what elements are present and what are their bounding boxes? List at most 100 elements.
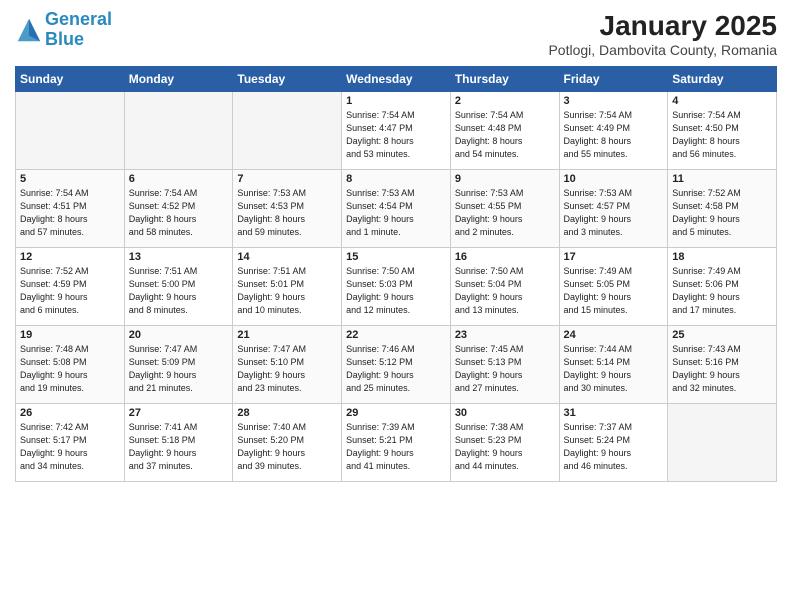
- calendar-cell: 17Sunrise: 7:49 AM Sunset: 5:05 PM Dayli…: [559, 248, 668, 326]
- day-number: 4: [672, 95, 772, 107]
- day-info: Sunrise: 7:40 AM Sunset: 5:20 PM Dayligh…: [237, 421, 337, 473]
- day-number: 7: [237, 173, 337, 185]
- logo: General Blue: [15, 10, 112, 50]
- calendar-cell: 26Sunrise: 7:42 AM Sunset: 5:17 PM Dayli…: [16, 404, 125, 482]
- day-info: Sunrise: 7:50 AM Sunset: 5:04 PM Dayligh…: [455, 265, 555, 317]
- title-block: January 2025 Potlogi, Dambovita County, …: [548, 10, 777, 58]
- calendar-cell: 28 Sunrise: 7:40 AM Sunset: 5:20 PM Dayli…: [233, 404, 342, 482]
- calendar-cell: 3 Sunrise: 7:54 AM Sunset: 4:49 PM Daylig…: [559, 92, 668, 170]
- calendar-table: SundayMondayTuesdayWednesdayThursdayFrid…: [15, 66, 777, 482]
- subtitle: Potlogi, Dambovita County, Romania: [548, 42, 777, 58]
- day-number: 11: [672, 173, 772, 185]
- day-info: Sunrise: 7:37 AM Sunset: 5:24 PM Dayligh…: [564, 421, 664, 473]
- header: General Blue January 2025 Potlogi, Dambo…: [15, 10, 777, 58]
- day-number: 31: [564, 407, 664, 419]
- day-info: Sunrise: 7:49 AM Sunset: 5:06 PM Dayligh…: [672, 265, 772, 317]
- calendar-cell: 4 Sunrise: 7:54 AM Sunset: 4:50 PM Daylig…: [668, 92, 777, 170]
- calendar-cell: 19 Sunrise: 7:48 AM Sunset: 5:08 PM Dayli…: [16, 326, 125, 404]
- calendar-cell: 10 Sunrise: 7:53 AM Sunset: 4:57 PM Dayli…: [559, 170, 668, 248]
- calendar-week-row: 26Sunrise: 7:42 AM Sunset: 5:17 PM Dayli…: [16, 404, 777, 482]
- day-info: Sunrise: 7:38 AM Sunset: 5:23 PM Dayligh…: [455, 421, 555, 473]
- day-info: Sunrise: 7:53 AM Sunset: 4:55 PM Dayligh…: [455, 187, 555, 239]
- day-info: Sunrise: 7:48 AM Sunset: 5:08 PM Dayligh…: [20, 343, 120, 395]
- day-number: 2: [455, 95, 555, 107]
- day-number: 5: [20, 173, 120, 185]
- logo-blue: Blue: [45, 29, 84, 49]
- calendar-cell: 15 Sunrise: 7:50 AM Sunset: 5:03 PM Dayli…: [342, 248, 451, 326]
- calendar-header-monday: Monday: [124, 67, 233, 92]
- day-info: Sunrise: 7:43 AM Sunset: 5:16 PM Dayligh…: [672, 343, 772, 395]
- day-number: 9: [455, 173, 555, 185]
- calendar-cell: 11Sunrise: 7:52 AM Sunset: 4:58 PM Dayli…: [668, 170, 777, 248]
- calendar-cell: 6 Sunrise: 7:54 AM Sunset: 4:52 PM Daylig…: [124, 170, 233, 248]
- calendar-week-row: 5Sunrise: 7:54 AM Sunset: 4:51 PM Daylig…: [16, 170, 777, 248]
- calendar-cell: 9 Sunrise: 7:53 AM Sunset: 4:55 PM Daylig…: [450, 170, 559, 248]
- calendar-cell: 21Sunrise: 7:47 AM Sunset: 5:10 PM Dayli…: [233, 326, 342, 404]
- calendar-header-friday: Friday: [559, 67, 668, 92]
- day-number: 19: [20, 329, 120, 341]
- day-info: Sunrise: 7:54 AM Sunset: 4:49 PM Dayligh…: [564, 109, 664, 161]
- calendar-cell: 13Sunrise: 7:51 AM Sunset: 5:00 PM Dayli…: [124, 248, 233, 326]
- calendar-cell: [124, 92, 233, 170]
- day-number: 21: [237, 329, 337, 341]
- logo-general: General: [45, 9, 112, 29]
- calendar-header-row: SundayMondayTuesdayWednesdayThursdayFrid…: [16, 67, 777, 92]
- day-number: 22: [346, 329, 446, 341]
- day-number: 12: [20, 251, 120, 263]
- day-info: Sunrise: 7:47 AM Sunset: 5:09 PM Dayligh…: [129, 343, 229, 395]
- day-info: Sunrise: 7:54 AM Sunset: 4:48 PM Dayligh…: [455, 109, 555, 161]
- day-info: Sunrise: 7:53 AM Sunset: 4:54 PM Dayligh…: [346, 187, 446, 239]
- calendar-cell: [233, 92, 342, 170]
- day-info: Sunrise: 7:54 AM Sunset: 4:50 PM Dayligh…: [672, 109, 772, 161]
- day-number: 30: [455, 407, 555, 419]
- calendar-header-saturday: Saturday: [668, 67, 777, 92]
- day-info: Sunrise: 7:54 AM Sunset: 4:52 PM Dayligh…: [129, 187, 229, 239]
- day-number: 3: [564, 95, 664, 107]
- logo-text: General Blue: [45, 10, 112, 50]
- day-number: 1: [346, 95, 446, 107]
- calendar-cell: 27Sunrise: 7:41 AM Sunset: 5:18 PM Dayli…: [124, 404, 233, 482]
- day-number: 15: [346, 251, 446, 263]
- calendar-cell: 7 Sunrise: 7:53 AM Sunset: 4:53 PM Daylig…: [233, 170, 342, 248]
- calendar-cell: 16 Sunrise: 7:50 AM Sunset: 5:04 PM Dayli…: [450, 248, 559, 326]
- calendar-header-thursday: Thursday: [450, 67, 559, 92]
- calendar-cell: 18 Sunrise: 7:49 AM Sunset: 5:06 PM Dayli…: [668, 248, 777, 326]
- day-number: 10: [564, 173, 664, 185]
- day-number: 23: [455, 329, 555, 341]
- day-number: 16: [455, 251, 555, 263]
- day-number: 14: [237, 251, 337, 263]
- day-number: 13: [129, 251, 229, 263]
- calendar-cell: 22 Sunrise: 7:46 AM Sunset: 5:12 PM Dayli…: [342, 326, 451, 404]
- calendar-cell: 20 Sunrise: 7:47 AM Sunset: 5:09 PM Dayli…: [124, 326, 233, 404]
- calendar-header-sunday: Sunday: [16, 67, 125, 92]
- calendar-cell: 14Sunrise: 7:51 AM Sunset: 5:01 PM Dayli…: [233, 248, 342, 326]
- calendar-cell: 30 Sunrise: 7:38 AM Sunset: 5:23 PM Dayli…: [450, 404, 559, 482]
- day-info: Sunrise: 7:49 AM Sunset: 5:05 PM Dayligh…: [564, 265, 664, 317]
- day-info: Sunrise: 7:52 AM Sunset: 4:59 PM Dayligh…: [20, 265, 120, 317]
- day-number: 28: [237, 407, 337, 419]
- day-number: 25: [672, 329, 772, 341]
- day-number: 20: [129, 329, 229, 341]
- day-number: 29: [346, 407, 446, 419]
- day-number: 27: [129, 407, 229, 419]
- day-info: Sunrise: 7:46 AM Sunset: 5:12 PM Dayligh…: [346, 343, 446, 395]
- day-number: 26: [20, 407, 120, 419]
- day-info: Sunrise: 7:53 AM Sunset: 4:57 PM Dayligh…: [564, 187, 664, 239]
- day-number: 6: [129, 173, 229, 185]
- day-info: Sunrise: 7:54 AM Sunset: 4:47 PM Dayligh…: [346, 109, 446, 161]
- day-info: Sunrise: 7:53 AM Sunset: 4:53 PM Dayligh…: [237, 187, 337, 239]
- logo-icon: [15, 16, 43, 44]
- calendar-header-tuesday: Tuesday: [233, 67, 342, 92]
- calendar-week-row: 19 Sunrise: 7:48 AM Sunset: 5:08 PM Dayli…: [16, 326, 777, 404]
- day-info: Sunrise: 7:39 AM Sunset: 5:21 PM Dayligh…: [346, 421, 446, 473]
- calendar-cell: [668, 404, 777, 482]
- day-number: 18: [672, 251, 772, 263]
- calendar-cell: 5Sunrise: 7:54 AM Sunset: 4:51 PM Daylig…: [16, 170, 125, 248]
- calendar-week-row: 12 Sunrise: 7:52 AM Sunset: 4:59 PM Dayli…: [16, 248, 777, 326]
- calendar-cell: 2 Sunrise: 7:54 AM Sunset: 4:48 PM Daylig…: [450, 92, 559, 170]
- calendar-cell: 25 Sunrise: 7:43 AM Sunset: 5:16 PM Dayli…: [668, 326, 777, 404]
- day-number: 8: [346, 173, 446, 185]
- calendar-cell: [16, 92, 125, 170]
- main-title: January 2025: [548, 10, 777, 42]
- day-info: Sunrise: 7:50 AM Sunset: 5:03 PM Dayligh…: [346, 265, 446, 317]
